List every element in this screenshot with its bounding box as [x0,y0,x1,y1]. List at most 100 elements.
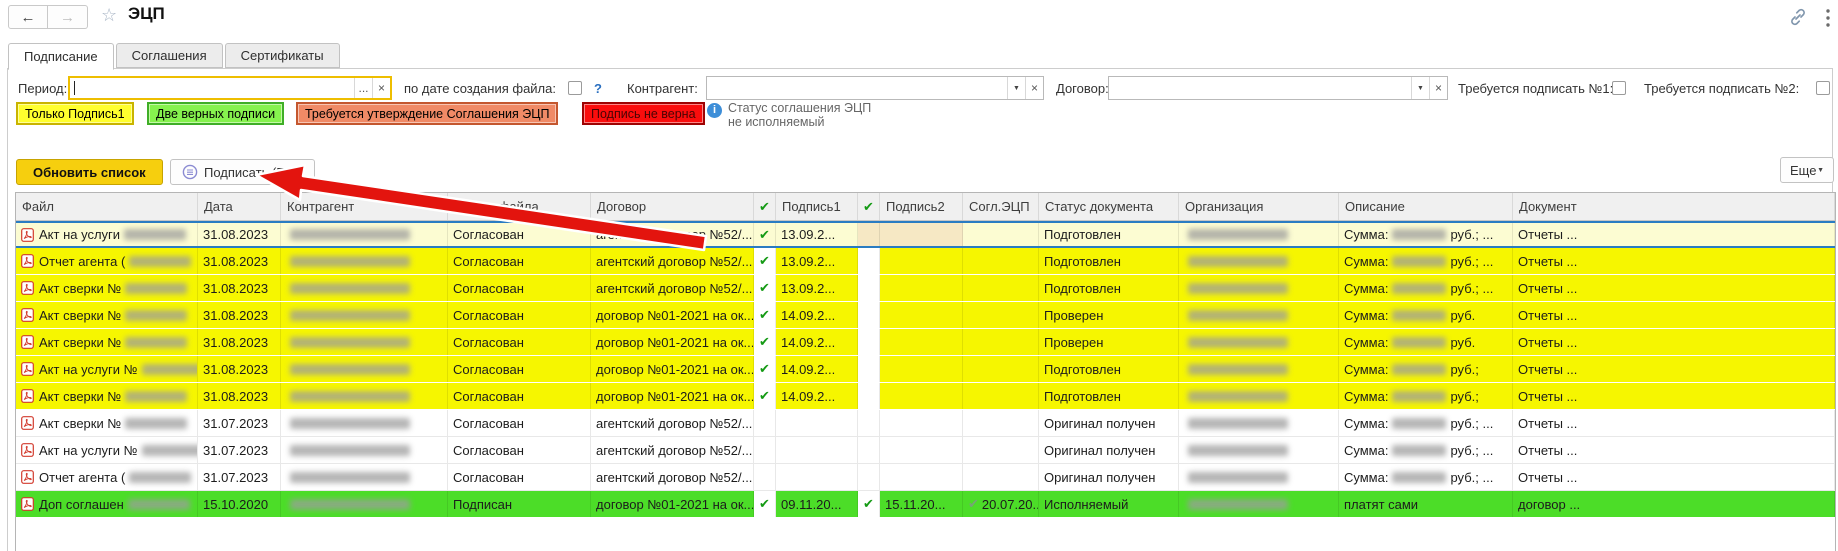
column-header-contragent[interactable]: Контрагент [281,193,448,220]
cell-text: Отчеты ... [1518,335,1577,350]
pdf-file-icon [21,281,34,295]
period-choose-button[interactable]: ... [354,78,372,98]
favorite-star-icon[interactable]: ☆ [101,5,117,26]
cell-check2 [858,464,880,490]
need-sign1-checkbox[interactable] [1612,81,1626,95]
link-icon[interactable] [1788,8,1808,26]
check-icon: ✔ [759,227,770,243]
cell-text: договор №01-2021 на ок... [596,362,754,377]
cell-text: Сумма: [1344,470,1388,485]
column-header-date[interactable]: Дата [198,193,281,220]
cell-date: 31.07.2023 [198,437,281,463]
redacted-text [1392,337,1446,348]
cell-doc_status: Подготовлен [1039,223,1179,246]
cell-text: агентский договор №52/... [596,281,752,296]
redacted-text [1188,337,1288,348]
contragent-input[interactable]: ▼ × [706,76,1044,100]
check-icon: ✔ [759,280,770,296]
table-row[interactable]: Акт сверки №31.08.2023Согласовандоговор … [16,383,1835,410]
contragent-dropdown-icon[interactable]: ▼ [1007,77,1025,99]
cell-text: Отчеты ... [1518,443,1577,458]
tab-certificates[interactable]: Сертификаты [225,43,340,68]
redacted-text [1392,364,1446,375]
cell-file: Отчет агента ( [16,464,198,490]
column-header-org[interactable]: Организация [1179,193,1339,220]
table-row[interactable]: Отчет агента (31.07.2023Согласованагентс… [16,464,1835,491]
cell-doc_status: Подготовлен [1039,383,1179,409]
column-header-desc[interactable]: Описание [1339,193,1513,220]
cell-agr [963,329,1039,355]
cell-text: Отчеты ... [1518,227,1577,242]
check-icon: ✔ [968,496,979,512]
table-row[interactable]: Акт на услуги №31.07.2023Согласованагент… [16,437,1835,464]
redacted-text [124,229,186,240]
menu-dots-icon[interactable] [1824,8,1832,28]
cell-check2 [858,223,880,246]
forward-button[interactable]: → [48,5,88,29]
column-header-contract[interactable]: Договор [591,193,754,220]
cell-check2 [858,437,880,463]
redacted-text [290,499,410,510]
redacted-text [1188,445,1288,456]
table-row[interactable]: Акт сверки №31.08.2023Согласованагентски… [16,275,1835,302]
column-header-file[interactable]: Файл [16,193,198,220]
cell-sign2 [880,383,963,409]
cell-contract: агентский договор №52/... [591,410,754,436]
contract-clear-icon[interactable]: × [1429,77,1447,99]
help-link[interactable]: ? [594,81,602,96]
cell-text: Сумма: [1344,389,1388,404]
cell-text: Согласован [453,281,524,296]
column-header-sign1[interactable]: Подпись1 [776,193,858,220]
table-row[interactable]: Доп соглашен15.10.2020Подписандоговор №0… [16,491,1835,518]
cell-text: Согласован [453,470,524,485]
cell-check1: ✔ [754,223,776,246]
column-header-doc_status[interactable]: Статус документа [1039,193,1179,220]
by-file-date-checkbox[interactable] [568,81,582,95]
cell-text: Акт сверки № [39,416,121,431]
table-row[interactable]: Акт на услуги31.08.2023Согласованагентск… [16,221,1835,248]
contract-dropdown-icon[interactable]: ▼ [1411,77,1429,99]
cell-contract: договор №01-2021 на ок... [591,329,754,355]
check-icon: ✔ [759,334,770,350]
cell-sign1 [776,464,858,490]
cell-file_status: Согласован [448,383,591,409]
column-header-sign2[interactable]: Подпись2 [880,193,963,220]
cell-sign2 [880,329,963,355]
table-row[interactable]: Акт сверки №31.07.2023Согласованагентски… [16,410,1835,437]
cell-contragent [281,275,448,301]
cell-text: агентский договор №52/... [596,470,752,485]
need-sign1-label: Требуется подписать №1: [1458,81,1613,96]
table-row[interactable]: Акт на услуги №31.08.2023Согласовандогов… [16,356,1835,383]
period-clear-icon[interactable]: × [372,78,390,98]
column-header-check1[interactable]: ✔ [754,193,776,220]
cell-text: договор №01-2021 на ок... [596,308,754,323]
column-header-document[interactable]: Документ [1513,193,1835,220]
contragent-label: Контрагент: [627,81,698,96]
cell-sign1: 14.09.2... [776,356,858,382]
more-button[interactable]: Еще ▼ [1780,157,1834,183]
tab-agreements[interactable]: Соглашения [116,43,223,68]
column-header-file_status[interactable]: Статус файла [448,193,591,220]
check-icon: ✔ [863,496,874,512]
need-sign2-checkbox[interactable] [1816,81,1830,95]
table-row[interactable]: Акт сверки №31.08.2023Согласовандоговор … [16,329,1835,356]
table-row[interactable]: Акт сверки №31.08.2023Согласовандоговор … [16,302,1835,329]
contragent-clear-icon[interactable]: × [1025,77,1043,99]
cell-text: агентский договор №52/... [596,254,752,269]
cell-file_status: Согласован [448,302,591,328]
column-header-check2[interactable]: ✔ [858,193,880,220]
refresh-list-button[interactable]: Обновить список [16,159,163,185]
back-button[interactable]: ← [8,5,48,29]
cell-text: 31.08.2023 [203,281,268,296]
column-header-agr[interactable]: Согл.ЭЦП [963,193,1039,220]
sign-button[interactable]: Подписать (F12) [170,159,315,185]
period-input[interactable]: ... × [68,76,392,100]
cell-agr [963,464,1039,490]
tab-signing[interactable]: Подписание [8,43,114,70]
contract-input[interactable]: ▼ × [1108,76,1448,100]
cell-contragent [281,302,448,328]
page-title: ЭЦП [128,4,165,24]
cell-text: Согласован [453,254,524,269]
cell-file: Акт на услуги № [16,356,198,382]
table-row[interactable]: Отчет агента (31.08.2023Согласованагентс… [16,248,1835,275]
